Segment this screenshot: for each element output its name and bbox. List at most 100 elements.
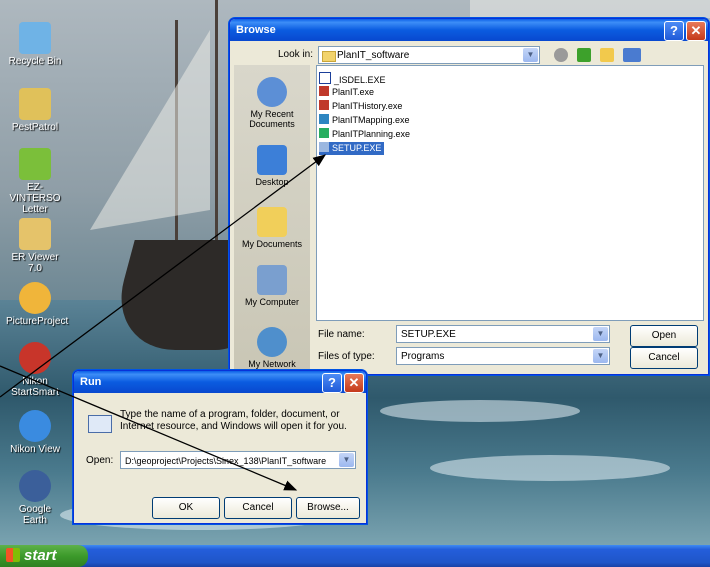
ok-button[interactable]: OK — [152, 497, 220, 519]
letter-app-icon — [19, 148, 51, 180]
desktop-icon-er-viewer[interactable]: ER Viewer 7.0 — [6, 218, 64, 274]
look-in-label: Look in: — [278, 49, 314, 60]
file-name-input[interactable]: SETUP.EXE ▼ — [396, 325, 610, 343]
taskbar: start — [0, 545, 710, 567]
places-bar: My Recent Documents Desktop My Documents… — [234, 65, 310, 375]
exe-icon — [319, 72, 331, 84]
file-list[interactable]: _ISDEL.EXE PlanIT.exe PlanITHistory.exe … — [316, 65, 704, 321]
planit-icon — [319, 86, 329, 96]
file-item[interactable]: PlanIT.exe — [319, 86, 377, 99]
chevron-down-icon: ▼ — [339, 453, 354, 467]
file-name-label: File name: — [318, 329, 365, 340]
help-button[interactable]: ? — [664, 21, 684, 41]
google-earth-icon — [19, 470, 51, 502]
recycle-bin-icon — [19, 22, 51, 54]
run-open-value: D:\geoproject\Projects\Sinex_138\PlanIT_… — [125, 456, 327, 466]
my-network-icon — [257, 327, 287, 357]
desktop-icon-pictureproject[interactable]: PictureProject — [6, 282, 68, 327]
file-name: _ISDEL.EXE — [334, 75, 386, 85]
desktop-icon-nikon-view[interactable]: Nikon View — [6, 410, 64, 455]
recent-documents-icon — [257, 77, 287, 107]
place-desktop[interactable]: Desktop — [234, 145, 310, 187]
desktop-icon-label: Nikon View — [10, 444, 60, 455]
browse-titlebar: Browse ? ✕ — [230, 19, 708, 41]
browse-button[interactable]: Browse... — [296, 497, 360, 519]
desktop-icon-label: PestPatrol — [11, 122, 59, 133]
place-label: My Documents — [241, 239, 303, 249]
ship-mast — [215, 0, 218, 260]
planit-icon — [319, 100, 329, 110]
run-open-input[interactable]: D:\geoproject\Projects\Sinex_138\PlanIT_… — [120, 451, 356, 469]
new-folder-icon[interactable] — [600, 48, 615, 62]
desktop-icon-google-earth[interactable]: Google Earth — [6, 470, 64, 526]
desktop-icon-recycle-bin[interactable]: Recycle Bin — [6, 22, 64, 67]
place-my-network[interactable]: My Network — [234, 327, 310, 369]
desktop-icon-label: PictureProject — [6, 316, 69, 327]
run-description: Type the name of a program, folder, docu… — [120, 409, 347, 432]
pictureproject-icon — [19, 282, 51, 314]
files-of-type-value: Programs — [401, 351, 445, 362]
desktop-icon-nikon-startsmart[interactable]: Nikon StartSmart — [6, 342, 64, 398]
my-documents-icon — [257, 207, 287, 237]
file-name-value: SETUP.EXE — [401, 329, 456, 340]
ship-sail — [90, 30, 210, 230]
file-name: PlanITMapping.exe — [332, 115, 410, 125]
place-label: My Recent Documents — [249, 109, 295, 129]
browse-dialog: Browse ? ✕ Look in: PlanIT_software ▼ My… — [229, 18, 709, 375]
help-button[interactable]: ? — [322, 373, 342, 393]
file-item[interactable]: _ISDEL.EXE — [319, 72, 389, 85]
file-item-selected[interactable]: SETUP.EXE — [319, 142, 385, 155]
browse-title: Browse — [236, 24, 276, 36]
place-label: My Network — [248, 359, 296, 369]
file-item[interactable]: PlanITHistory.exe — [319, 100, 405, 113]
look-in-value: PlanIT_software — [337, 50, 410, 61]
open-button[interactable]: Open — [630, 325, 698, 347]
start-label: start — [24, 547, 57, 564]
look-in-select[interactable]: PlanIT_software ▼ — [318, 46, 540, 64]
start-button[interactable]: start — [0, 545, 88, 567]
back-icon[interactable] — [554, 48, 568, 62]
nikon-startsmart-icon — [19, 342, 51, 374]
desktop-icon-pestpatrol[interactable]: PestPatrol — [6, 88, 64, 133]
pestpatrol-icon — [19, 88, 51, 120]
chevron-down-icon: ▼ — [593, 349, 608, 363]
chevron-down-icon: ▼ — [593, 327, 608, 341]
er-viewer-icon — [19, 218, 51, 250]
place-my-computer[interactable]: My Computer — [234, 265, 310, 307]
files-of-type-label: Files of type: — [318, 351, 375, 362]
file-name: PlanIT.exe — [332, 87, 375, 97]
place-label: My Computer — [244, 297, 299, 307]
cancel-button[interactable]: Cancel — [630, 347, 698, 369]
run-title: Run — [80, 376, 102, 388]
planit-icon — [319, 114, 329, 124]
my-computer-icon — [257, 265, 287, 295]
file-item[interactable]: PlanITMapping.exe — [319, 114, 413, 127]
nikon-view-icon — [19, 410, 51, 442]
close-button[interactable]: ✕ — [686, 21, 706, 41]
file-item[interactable]: PlanITPlanning.exe — [319, 128, 413, 141]
view-menu-icon[interactable] — [623, 48, 642, 62]
desktop-icon-label: Recycle Bin — [8, 56, 62, 67]
files-of-type-select[interactable]: Programs ▼ — [396, 347, 610, 365]
close-button[interactable]: ✕ — [344, 373, 364, 393]
run-program-icon — [88, 415, 112, 433]
desktop-icon-label: EZ-VINTERSO Letter — [9, 182, 61, 215]
up-folder-icon[interactable] — [577, 48, 592, 62]
desktop-icon-label: Google Earth — [18, 504, 52, 526]
run-cancel-button[interactable]: Cancel — [224, 497, 292, 519]
place-label: Desktop — [255, 177, 289, 187]
file-name: PlanITHistory.exe — [332, 101, 403, 111]
wave — [380, 400, 580, 422]
desktop-icon-letter[interactable]: EZ-VINTERSO Letter — [6, 148, 64, 215]
run-titlebar: Run ? ✕ — [74, 371, 366, 393]
file-name: PlanITPlanning.exe — [332, 129, 411, 139]
place-my-recent-documents[interactable]: My Recent Documents — [234, 77, 310, 129]
run-open-label: Open: — [86, 455, 114, 466]
place-my-documents[interactable]: My Documents — [234, 207, 310, 249]
desktop-icon-label: Nikon StartSmart — [11, 376, 59, 398]
chevron-down-icon: ▼ — [523, 48, 538, 62]
windows-logo-icon — [6, 548, 20, 562]
file-name: SETUP.EXE — [332, 143, 382, 153]
planit-icon — [319, 128, 329, 138]
wave — [430, 455, 670, 481]
